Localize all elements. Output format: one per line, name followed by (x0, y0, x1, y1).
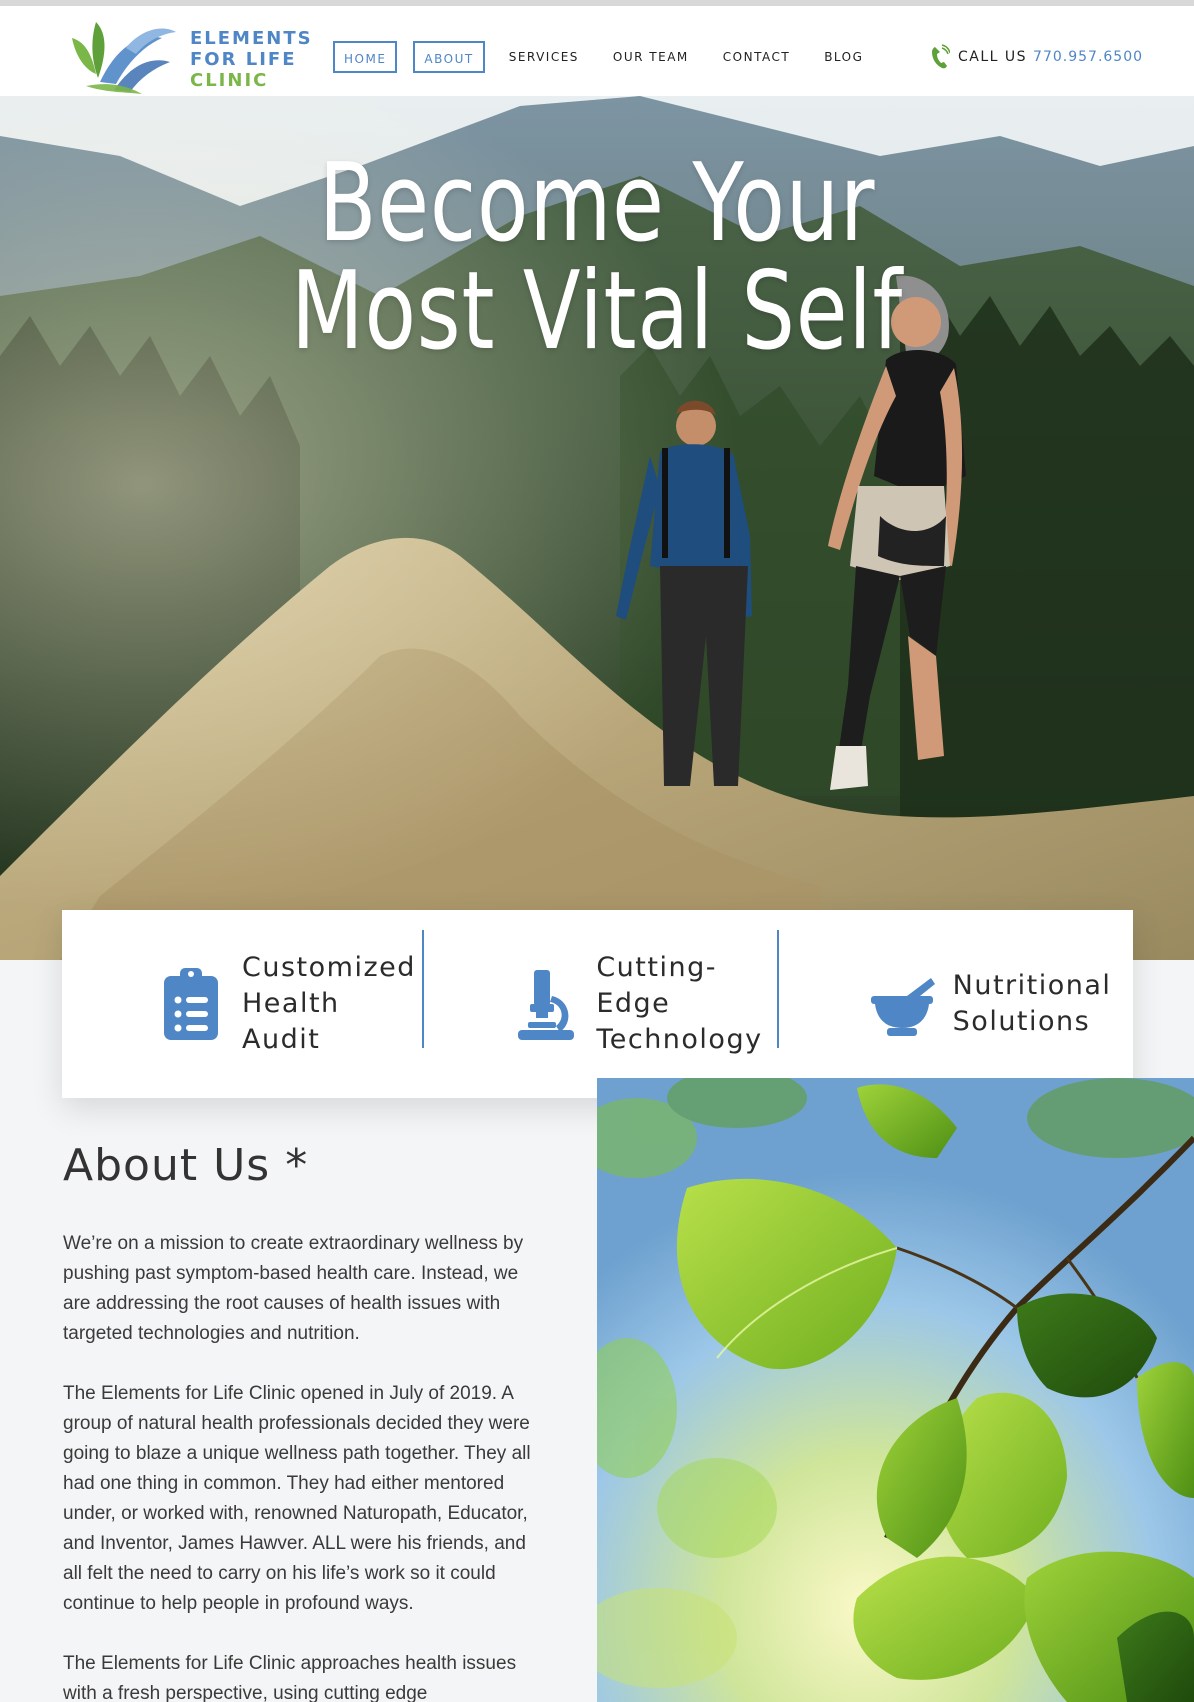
mortar-pestle-icon (870, 978, 935, 1036)
about-section: About Us * We’re on a mission to create … (63, 1140, 543, 1702)
logo-line-1: ELEMENTS (190, 28, 313, 49)
feature-nutrition[interactable]: Nutritional Solutions (776, 910, 1133, 1098)
nav-our-team[interactable]: OUR TEAM (613, 41, 689, 73)
about-paragraph: The Elements for Life Clinic opened in J… (63, 1383, 531, 1614)
leaves-photo (597, 1078, 1194, 1702)
call-label: CALL US (958, 49, 1028, 65)
logo[interactable]: ELEMENTS FOR LIFE CLINIC (66, 12, 316, 98)
nav-blog[interactable]: BLOG (824, 41, 863, 73)
about-paragraph: We’re on a mission to create extraordina… (63, 1233, 524, 1344)
site-header: ELEMENTS FOR LIFE CLINIC HOME ABOUT SERV… (0, 0, 1194, 96)
hero-title-line-1: Become Your (318, 141, 876, 266)
nav-services[interactable]: SERVICES (509, 41, 579, 73)
feature-label-nutrition: Nutritional Solutions (952, 970, 1112, 1037)
nav-home[interactable]: HOME (333, 41, 398, 73)
call-us[interactable]: CALL US 770.957.6500 (930, 41, 1143, 73)
nav-about[interactable]: ABOUT (413, 41, 485, 73)
feature-technology[interactable]: Cutting- Edge Technology (422, 910, 776, 1098)
logo-line-2: FOR LIFE (190, 49, 297, 70)
feature-label-health-audit: Customized Health Audit (242, 952, 416, 1055)
about-title: About Us * (63, 1140, 309, 1191)
clipboard-list-icon (164, 968, 218, 1040)
features-card: Customized Health Audit Cutting- Edge Te… (62, 910, 1133, 1098)
about-paragraph: The Elements for Life Clinic approaches … (63, 1653, 517, 1702)
hero-title: Become Your Most Vital Self (131, 150, 1062, 366)
phone-number-link[interactable]: 770.957.6500 (1033, 49, 1143, 65)
hero-section: Become Your Most Vital Self (0, 96, 1194, 960)
nav-contact[interactable]: CONTACT (723, 41, 790, 73)
main-nav: HOME ABOUT SERVICES OUR TEAM CONTACT BLO… (333, 41, 897, 73)
microscope-icon (518, 970, 575, 1040)
phone-icon (932, 44, 950, 69)
hero-title-line-2: Most Vital Self (290, 249, 903, 374)
logo-mark-icon (72, 22, 176, 94)
leaves-image (597, 1078, 1194, 1702)
feature-label-technology: Cutting- Edge Technology (596, 952, 763, 1055)
feature-health-audit[interactable]: Customized Health Audit (62, 910, 422, 1098)
logo-wordmark: ELEMENTS FOR LIFE CLINIC (190, 28, 313, 91)
logo-line-3: CLINIC (190, 70, 269, 91)
